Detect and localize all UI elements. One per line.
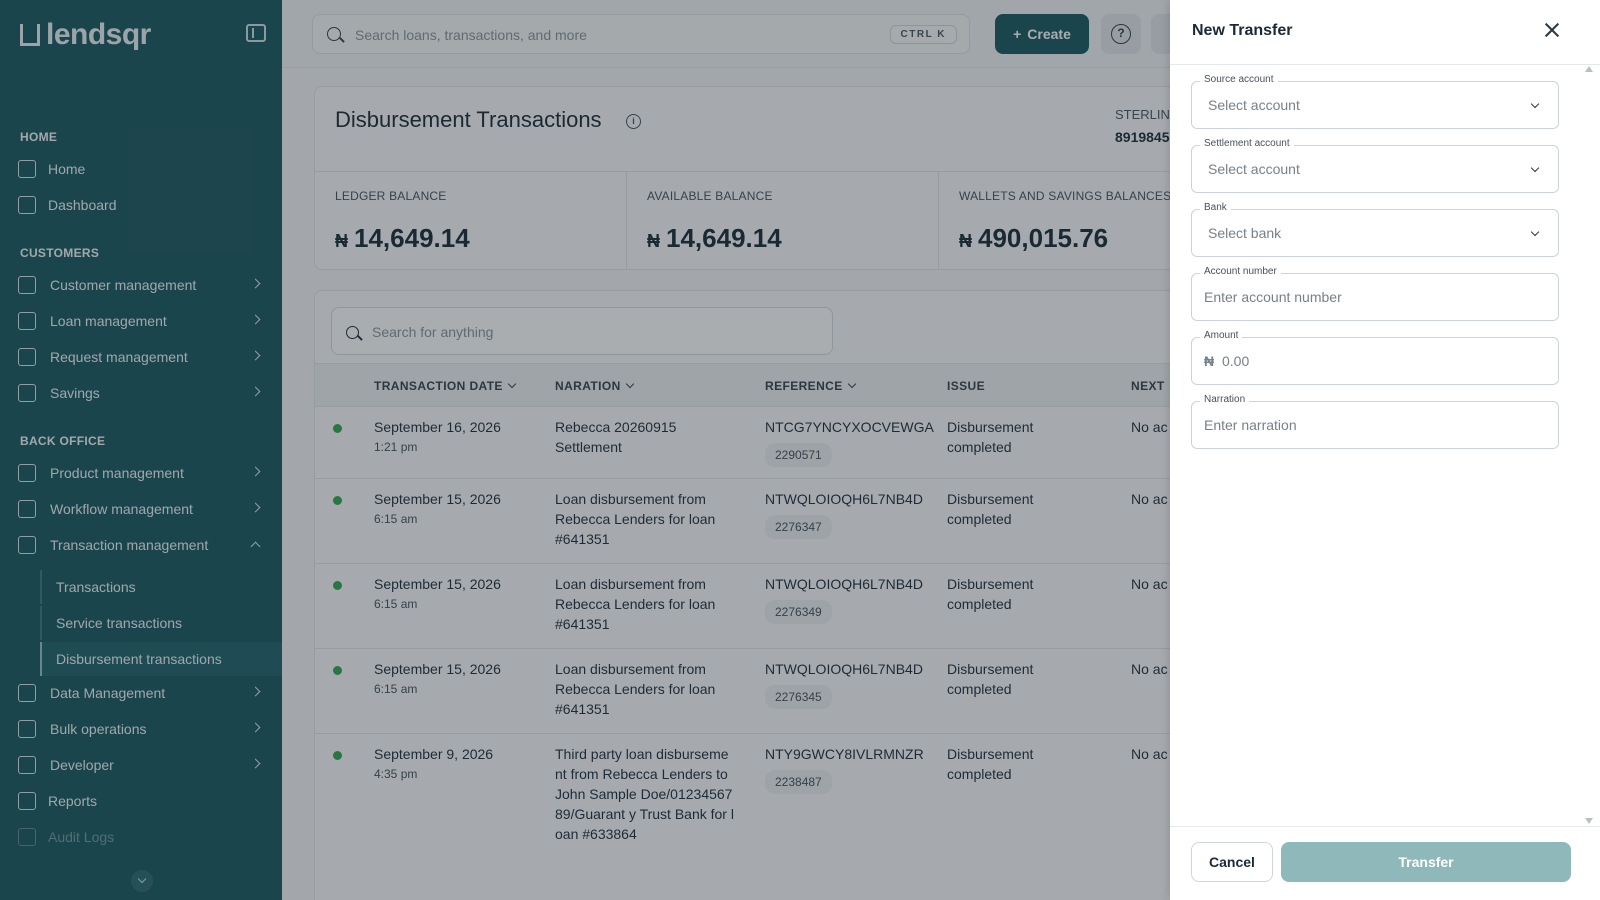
field-value: Select account xyxy=(1208,97,1300,113)
field-label: Narration xyxy=(1200,394,1250,405)
chevron-down-icon xyxy=(1530,227,1540,237)
new-transfer-drawer: New Transfer Source account Select accou… xyxy=(1170,0,1600,900)
drawer-title: New Transfer xyxy=(1192,22,1293,39)
cancel-button[interactable]: Cancel xyxy=(1191,842,1273,882)
drawer-scrollbar[interactable] xyxy=(1584,66,1594,824)
settlement-account-select[interactable]: Settlement account Select account xyxy=(1191,138,1559,193)
field-label: Source account xyxy=(1200,74,1278,85)
source-account-select[interactable]: Source account Select account xyxy=(1191,74,1559,129)
field-label: Amount xyxy=(1200,330,1243,341)
divider xyxy=(1170,826,1600,827)
amount-input[interactable]: Amount ₦ 0.00 xyxy=(1191,330,1559,385)
divider xyxy=(1170,64,1600,65)
bank-select[interactable]: Bank Select bank xyxy=(1191,202,1559,257)
field-placeholder: 0.00 xyxy=(1222,353,1250,369)
transfer-button[interactable]: Transfer xyxy=(1281,842,1571,882)
chevron-down-icon xyxy=(1530,163,1540,173)
field-label: Account number xyxy=(1200,266,1281,277)
chevron-down-icon xyxy=(1530,99,1540,109)
naira-icon: ₦ xyxy=(1204,353,1215,369)
field-label: Settlement account xyxy=(1200,138,1294,149)
scroll-up-icon[interactable] xyxy=(1585,66,1593,72)
modal-backdrop[interactable] xyxy=(0,0,1170,900)
account-number-input[interactable]: Account number Enter account number xyxy=(1191,266,1559,321)
narration-input[interactable]: Narration Enter narration xyxy=(1191,394,1559,449)
field-label: Bank xyxy=(1200,202,1231,213)
field-placeholder: Enter narration xyxy=(1204,417,1297,433)
field-value: Select account xyxy=(1208,161,1300,177)
field-value: Select bank xyxy=(1208,225,1282,241)
scroll-down-icon[interactable] xyxy=(1585,818,1593,824)
field-placeholder: Enter account number xyxy=(1204,289,1342,305)
close-icon[interactable] xyxy=(1544,22,1560,38)
